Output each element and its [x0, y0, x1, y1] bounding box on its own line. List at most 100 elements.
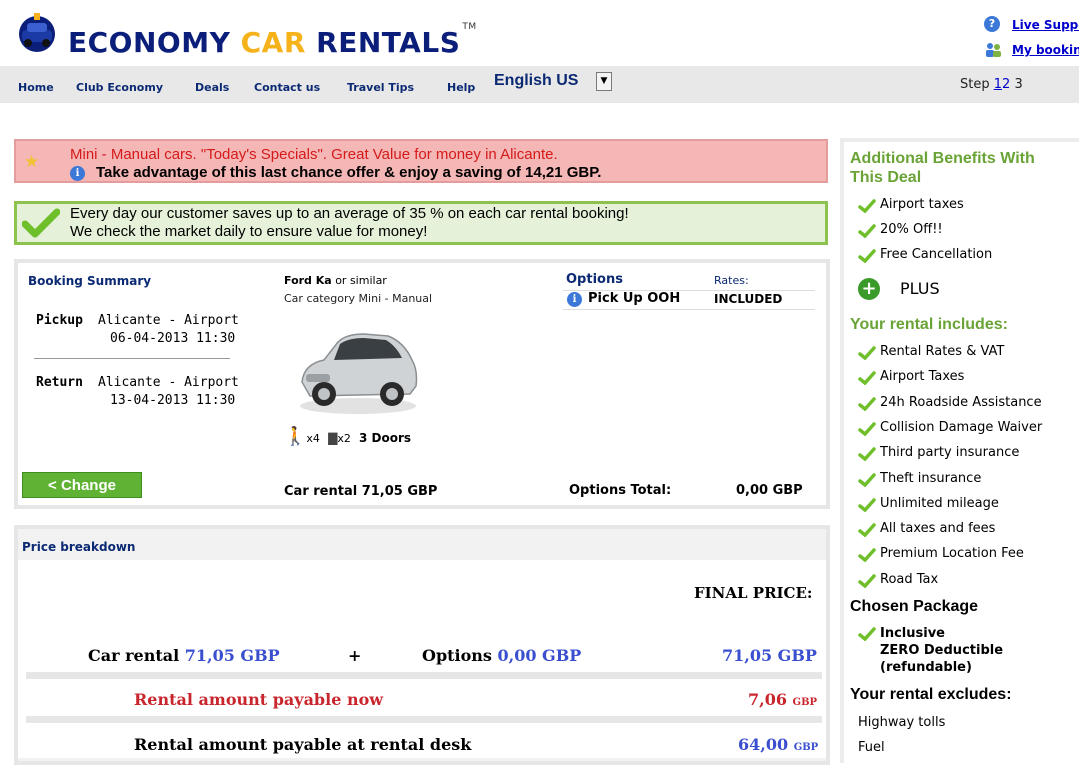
step-3: 3 [1014, 77, 1023, 92]
car-features: 🚶x4 ▇x2 3 Doors [284, 426, 411, 447]
info-icon[interactable]: i [567, 292, 582, 307]
package-line-2: ZERO Deductible [880, 643, 1004, 658]
package-title: Chosen Package [850, 598, 979, 615]
benefit-item: 20% Off!! [880, 222, 943, 237]
checkmark-icon [858, 422, 876, 436]
return-label: Return [36, 375, 83, 390]
nav-deals[interactable]: Deals [195, 81, 229, 94]
car-rental-summary: Car rental 71,05 GBP [284, 484, 438, 499]
pickup-label: Pickup [36, 313, 83, 328]
special-offer-title: Mini - Manual cars. "Today's Specials". … [70, 146, 558, 163]
checkmark-icon [858, 472, 876, 487]
logo-car-icon [19, 13, 55, 52]
final-price-total: 71,05 GBP [722, 646, 817, 665]
include-item: Airport Taxes [880, 369, 965, 385]
include-item: Unlimited mileage [880, 495, 999, 511]
language-select[interactable]: English US [494, 72, 578, 90]
nav-club-economy[interactable]: Club Economy [76, 81, 163, 94]
nav-travel-tips[interactable]: Travel Tips [347, 81, 414, 94]
help-icon: ? [984, 16, 1000, 32]
package-line-3: (refundable) [880, 660, 972, 675]
nav-contact-us[interactable]: Contact us [254, 81, 320, 94]
excludes-title: Your rental excludes: [850, 686, 1012, 703]
benefits-title: Additional Benefits With [850, 150, 1035, 167]
package-line-1: Inclusive [880, 626, 945, 641]
checkmark-icon [858, 627, 876, 641]
include-item: Theft insurance [880, 470, 982, 486]
includes-title: Your rental includes: [850, 316, 1008, 333]
step-2-current: 2 [1002, 77, 1011, 92]
checkmark-icon [858, 523, 876, 538]
luggage-icon: ▇ [328, 431, 338, 445]
benefit-item: Free Cancellation [880, 247, 993, 262]
pickup-location: Alicante - Airport [98, 313, 239, 328]
payable-now-label: Rental amount payable now [134, 690, 384, 709]
include-item: 24h Roadside Assistance [880, 394, 1042, 410]
step-indicator: Step 12 3 [960, 77, 1023, 92]
door-count: 3 Doors [358, 431, 412, 445]
checkmark-icon [858, 371, 876, 386]
final-price-label: FINAL PRICE: [694, 584, 813, 602]
option-name: Pick Up OOH [588, 291, 681, 306]
rates-label: Rates: [714, 274, 749, 287]
divider [26, 672, 822, 679]
passenger-icon: 🚶 [284, 426, 307, 447]
car-model: Ford Ka or similar [284, 274, 387, 287]
users-icon [986, 43, 1001, 57]
my-booking-link[interactable]: My bookin [1012, 43, 1079, 57]
checkmark-icon [858, 396, 876, 411]
change-button[interactable]: < Change [22, 472, 142, 498]
chevron-down-icon[interactable]: ▼ [596, 72, 612, 91]
savings-line-1: Every day our customer saves up to an av… [70, 205, 629, 222]
options-title: Options [566, 272, 623, 287]
checkmark-icon [22, 208, 60, 238]
benefits-title-2: This Deal [850, 169, 922, 186]
luggage-count: x2 [337, 432, 351, 445]
include-item: Premium Location Fee [880, 546, 1024, 562]
plus-sign: + [348, 646, 362, 665]
pickup-datetime: 06-04-2013 11:30 [110, 331, 236, 346]
checkmark-icon [858, 447, 876, 462]
star-icon: ★ [24, 152, 40, 172]
nav-help[interactable]: Help [447, 81, 475, 94]
benefit-item: Airport taxes [880, 197, 964, 212]
options-total-value: 0,00 GBP [736, 483, 803, 498]
checkmark-icon [858, 573, 876, 588]
return-datetime: 13-04-2013 11:30 [110, 393, 236, 408]
price-breakdown-title: Price breakdown [22, 540, 136, 554]
checkmark-icon [858, 548, 876, 563]
passenger-count: x4 [306, 432, 320, 445]
special-offer-saving: Take advantage of this last chance offer… [96, 164, 602, 181]
include-item: All taxes and fees [880, 521, 996, 537]
include-item: Rental Rates & VAT [880, 344, 1005, 359]
live-support-link[interactable]: Live Suppo [1012, 18, 1079, 32]
payable-desk-label: Rental amount payable at rental desk [134, 735, 472, 754]
include-item: Road Tax [880, 571, 939, 587]
plus-icon: + [858, 278, 880, 300]
checkmark-icon [858, 249, 876, 263]
exclude-item: Highway tolls [858, 715, 946, 730]
plus-label: PLUS [900, 279, 940, 298]
checkmark-icon [858, 224, 876, 238]
exclude-item: Fuel [858, 740, 885, 755]
options-line: Options 0,00 GBP [422, 646, 582, 665]
divider [34, 358, 230, 359]
include-item: Third party insurance [880, 445, 1020, 461]
car-rental-line: Car rental 71,05 GBP [88, 646, 280, 665]
payable-now-value: 7,06 GBP [748, 690, 818, 709]
step-1-link[interactable]: 1 [994, 77, 1002, 92]
car-image [300, 333, 418, 414]
savings-line-2: We check the market daily to ensure valu… [70, 223, 428, 240]
payable-desk-value: 64,00 GBP [738, 735, 819, 754]
include-item: Collision Damage Waiver [880, 419, 1043, 435]
option-value: INCLUDED [714, 292, 783, 306]
divider [26, 716, 822, 723]
checkmark-icon [858, 199, 876, 213]
options-total-label: Options Total: [569, 483, 672, 498]
info-icon: i [70, 166, 85, 181]
nav-home[interactable]: Home [18, 81, 54, 94]
return-location: Alicante - Airport [98, 375, 239, 390]
logo-text[interactable]: ECONOMY CAR RENTALS TM [68, 22, 477, 59]
booking-summary-title: Booking Summary [28, 274, 152, 288]
car-category: Car category Mini - Manual [284, 292, 433, 305]
